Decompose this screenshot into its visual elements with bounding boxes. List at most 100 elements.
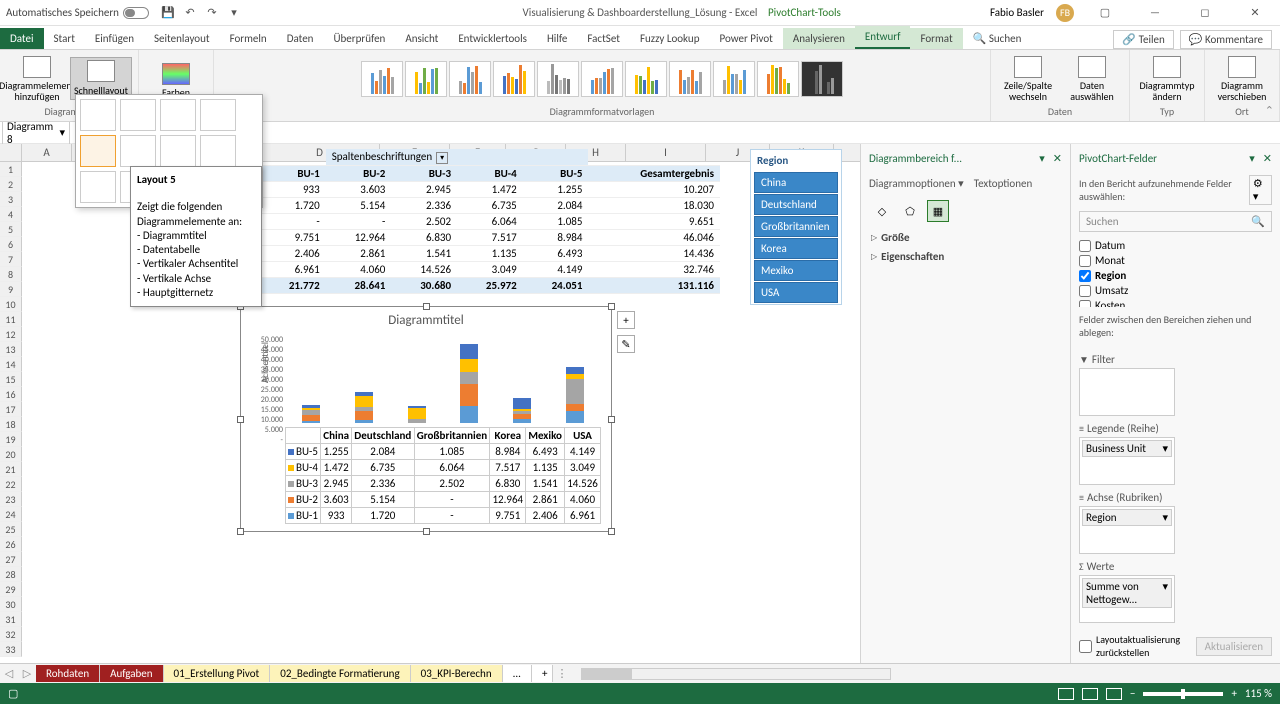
pane-dropdown-icon[interactable]: ▾ [1039,152,1045,165]
chart-style-6[interactable] [581,61,623,97]
field-list[interactable]: DatumMonatRegionUmsatzKostenRücksendungB… [1071,236,1280,307]
sheet-tab-03[interactable]: 03_KPI-Berechn [411,665,503,682]
chart-style-1[interactable] [361,61,403,97]
page-break-view-icon[interactable] [1106,688,1122,700]
row-23[interactable]: 23 [0,492,22,507]
slicer-item[interactable]: China [754,172,838,193]
field-item[interactable]: Monat [1079,253,1272,268]
row-20[interactable]: 20 [0,447,22,462]
properties-group[interactable]: ▷Eigenschaften [861,247,1070,266]
tab-file[interactable]: Datei [0,28,44,49]
tab-factset[interactable]: FactSet [577,28,630,49]
row-33[interactable]: 33 [0,642,22,657]
field-item[interactable]: Kosten [1079,298,1272,307]
sheet-area[interactable]: A B C D E F G H I J K 123456789101112131… [0,144,860,663]
sheet-tab-aufgaben[interactable]: Aufgaben [100,665,163,682]
row-19[interactable]: 19 [0,432,22,447]
tab-search[interactable]: 🔍 Suchen [963,28,1032,49]
col-dropdown-icon[interactable]: ▾ [436,152,448,164]
select-all-corner[interactable] [0,144,22,161]
sheet-tab-more[interactable]: ... [503,665,532,682]
row-27[interactable]: 27 [0,552,22,567]
chart-style-4[interactable] [493,61,535,97]
tab-powerpivot[interactable]: Power Pivot [709,28,782,49]
fields-dropdown-icon[interactable]: ▾ [1249,152,1255,165]
row-31[interactable]: 31 [0,612,22,627]
zoom-in-icon[interactable]: + [1231,687,1236,700]
defer-checkbox[interactable]: Layoutaktualisierung zurückstellen [1079,633,1192,659]
update-button[interactable]: Aktualisieren [1196,637,1272,656]
chart-style-2[interactable] [405,61,447,97]
layout-option-7[interactable] [160,135,196,167]
row-28[interactable]: 28 [0,567,22,582]
row-2[interactable]: 2 [0,177,22,192]
layout-option-8[interactable] [200,135,236,167]
row-29[interactable]: 29 [0,582,22,597]
row-21[interactable]: 21 [0,462,22,477]
zoom-out-icon[interactable]: − [1130,687,1135,700]
row-25[interactable]: 25 [0,522,22,537]
row-18[interactable]: 18 [0,417,22,432]
redo-icon[interactable]: ↷ [205,6,219,20]
slicer-item[interactable]: Großbritannien [754,216,838,237]
layout-option-2[interactable] [120,99,156,131]
row-10[interactable]: 10 [0,297,22,312]
values-area[interactable]: Summe von Nettogew...▾ [1079,575,1175,623]
row-11[interactable]: 11 [0,312,22,327]
tab-einfuegen[interactable]: Einfügen [85,28,144,49]
pane-close-icon[interactable]: ✕ [1053,152,1062,165]
slicer-item[interactable]: Deutschland [754,194,838,215]
col-A[interactable]: A [22,144,72,161]
chart-style-9[interactable] [713,61,755,97]
change-chart-type-button[interactable]: Diagrammtyp ändern [1136,54,1198,104]
row-6[interactable]: 6 [0,237,22,252]
chart-style-5[interactable] [537,61,579,97]
fields-gear-icon[interactable]: ⚙ ▾ [1249,175,1272,205]
fill-line-icon[interactable]: ◇ [871,200,893,222]
tab-analysieren[interactable]: Analysieren [783,28,855,49]
row-12[interactable]: 12 [0,327,22,342]
row-7[interactable]: 7 [0,252,22,267]
field-item[interactable]: Umsatz [1079,283,1272,298]
tab-nav-next-icon[interactable]: ▷ [18,667,36,680]
filter-area[interactable] [1079,368,1175,416]
zoom-slider[interactable] [1143,692,1223,696]
axis-chip[interactable]: Region▾ [1082,509,1172,526]
layout-option-6[interactable] [120,135,156,167]
switch-row-col-button[interactable]: Zeile/Spalte wechseln [997,54,1059,104]
toggle-switch-icon[interactable] [123,7,149,19]
user-name[interactable]: Fabio Basler [990,6,1044,19]
comments-button[interactable]: 💬 Kommentare [1180,30,1272,49]
maximize-icon[interactable]: ◻ [1186,4,1224,22]
row-17[interactable]: 17 [0,402,22,417]
legend-chip[interactable]: Business Unit▾ [1082,440,1172,457]
move-chart-button[interactable]: Diagramm verschieben [1211,54,1273,104]
layout-option-5[interactable] [80,135,116,167]
diagram-options-tab[interactable]: Diagrammoptionen ▾ [869,177,964,190]
axis-area[interactable]: Region▾ [1079,506,1175,554]
row-4[interactable]: 4 [0,207,22,222]
save-icon[interactable]: 💾 [161,6,175,20]
tab-hilfe[interactable]: Hilfe [537,28,577,49]
layout-option-9[interactable] [80,171,116,203]
user-avatar[interactable]: FB [1056,4,1074,22]
row-30[interactable]: 30 [0,597,22,612]
pivot-chart[interactable]: + ✎ Diagrammtitel Achsentitel 50.00045.0… [240,306,612,532]
chart-style-7[interactable] [625,61,667,97]
chart-style-8[interactable] [669,61,711,97]
undo-icon[interactable]: ↶ [183,6,197,20]
sheet-tab-01[interactable]: 01_Erstellung Pivot [164,665,271,682]
size-properties-icon[interactable]: ▦ [927,200,949,222]
row-22[interactable]: 22 [0,477,22,492]
select-data-button[interactable]: Daten auswählen [1061,54,1123,104]
ribbon-mode-icon[interactable]: ▢ [1086,4,1124,22]
tab-fuzzy[interactable]: Fuzzy Lookup [630,28,710,49]
values-chip[interactable]: Summe von Nettogew...▾ [1082,578,1172,608]
tab-entwicklertools[interactable]: Entwicklertools [448,28,537,49]
row-14[interactable]: 14 [0,357,22,372]
row-8[interactable]: 8 [0,267,22,282]
chart-plus-icon[interactable]: + [617,311,635,329]
chart-style-3[interactable] [449,61,491,97]
share-button[interactable]: 🔗 Teilen [1113,30,1173,49]
slicer-item[interactable]: Mexiko [754,260,838,281]
